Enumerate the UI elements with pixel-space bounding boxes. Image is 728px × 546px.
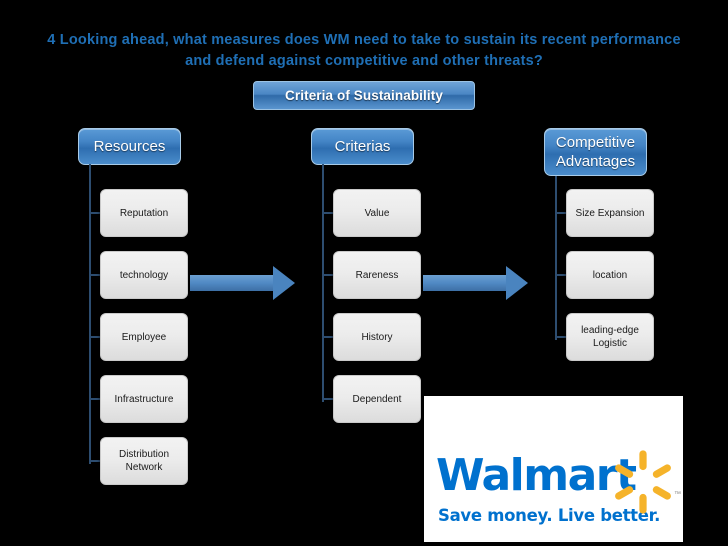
- node-header-resources[interactable]: Resources: [78, 128, 181, 165]
- connector-stub: [556, 274, 566, 276]
- node-header-resources-label: Resources: [93, 138, 166, 155]
- list-item-value[interactable]: Value: [333, 189, 421, 237]
- connector-stub: [90, 336, 100, 338]
- list-item-distribution-network[interactable]: Distribution Network: [100, 437, 188, 485]
- arrow-right-icon-resources-to-criterias: [190, 266, 295, 300]
- list-item-label: History: [361, 331, 393, 343]
- connector-stub: [556, 336, 566, 338]
- arrow-head: [273, 266, 295, 300]
- list-item-label: Infrastructure: [114, 393, 174, 405]
- column-resources: Resources Reputation technology Employee…: [78, 128, 188, 485]
- node-header-criterias-label: Criterias: [334, 138, 391, 155]
- connector-stub: [323, 336, 333, 338]
- list-item-leading-edge-logistic[interactable]: leading-edge Logistic: [566, 313, 654, 361]
- walmart-logo: Walmart Save money. Live better. ™: [424, 396, 683, 542]
- page-title: 4 Looking ahead, what measures does WM n…: [47, 32, 681, 69]
- list-item-location[interactable]: location: [566, 251, 654, 299]
- list-item-infrastructure[interactable]: Infrastructure: [100, 375, 188, 423]
- connector-stub: [556, 212, 566, 214]
- list-item-rareness[interactable]: Rareness: [333, 251, 421, 299]
- arrow-shaft: [190, 275, 273, 291]
- list-item-label: Rareness: [355, 269, 399, 281]
- arrow-right-icon-criterias-to-advantages: [423, 266, 528, 300]
- node-header-criterias[interactable]: Criterias: [311, 128, 414, 165]
- connector-spine-criterias: [322, 164, 324, 402]
- list-item-dependent[interactable]: Dependent: [333, 375, 421, 423]
- list-item-employee[interactable]: Employee: [100, 313, 188, 361]
- column-competitive-advantages: Competitive Advantages Size Expansion lo…: [544, 128, 654, 361]
- node-header-competitive-advantages[interactable]: Competitive Advantages: [544, 128, 647, 176]
- connector-stub: [323, 274, 333, 276]
- connector-spine-resources: [89, 164, 91, 464]
- slide-canvas: 4 Looking ahead, what measures does WM n…: [0, 0, 728, 546]
- connector-stub: [90, 460, 100, 462]
- column-criterias: Criterias Value Rareness History Depende…: [311, 128, 421, 423]
- walmart-wordmark: Walmart: [436, 450, 637, 501]
- connector-spine-competitive-advantages: [555, 176, 557, 340]
- arrow-head: [506, 266, 528, 300]
- connector-stub: [90, 274, 100, 276]
- list-item-label: technology: [119, 269, 169, 281]
- list-item-label: Size Expansion: [575, 207, 645, 219]
- list-item-label: Distribution Network: [118, 449, 170, 473]
- list-item-label: leading-edge Logistic: [581, 325, 639, 349]
- list-item-history[interactable]: History: [333, 313, 421, 361]
- list-item-label: Employee: [121, 331, 167, 343]
- arrow-shaft: [423, 275, 506, 291]
- connector-stub: [323, 398, 333, 400]
- list-item-label: Dependent: [352, 393, 402, 405]
- connector-stub: [90, 398, 100, 400]
- node-header-competitive-advantages-label: Competitive Advantages: [555, 134, 636, 170]
- list-item-label: Value: [364, 207, 390, 219]
- walmart-trademark: ™: [674, 491, 681, 498]
- connector-stub: [323, 212, 333, 214]
- connector-stub: [90, 212, 100, 214]
- list-item-reputation[interactable]: Reputation: [100, 189, 188, 237]
- list-item-label: location: [592, 269, 628, 281]
- list-item-technology[interactable]: technology: [100, 251, 188, 299]
- walmart-spark-icon: [615, 450, 671, 514]
- list-item-size-expansion[interactable]: Size Expansion: [566, 189, 654, 237]
- header-pill-criteria-of-sustainability[interactable]: Criteria of Sustainability: [253, 81, 475, 110]
- list-item-label: Reputation: [119, 207, 169, 219]
- header-pill-label: Criteria of Sustainability: [285, 88, 443, 103]
